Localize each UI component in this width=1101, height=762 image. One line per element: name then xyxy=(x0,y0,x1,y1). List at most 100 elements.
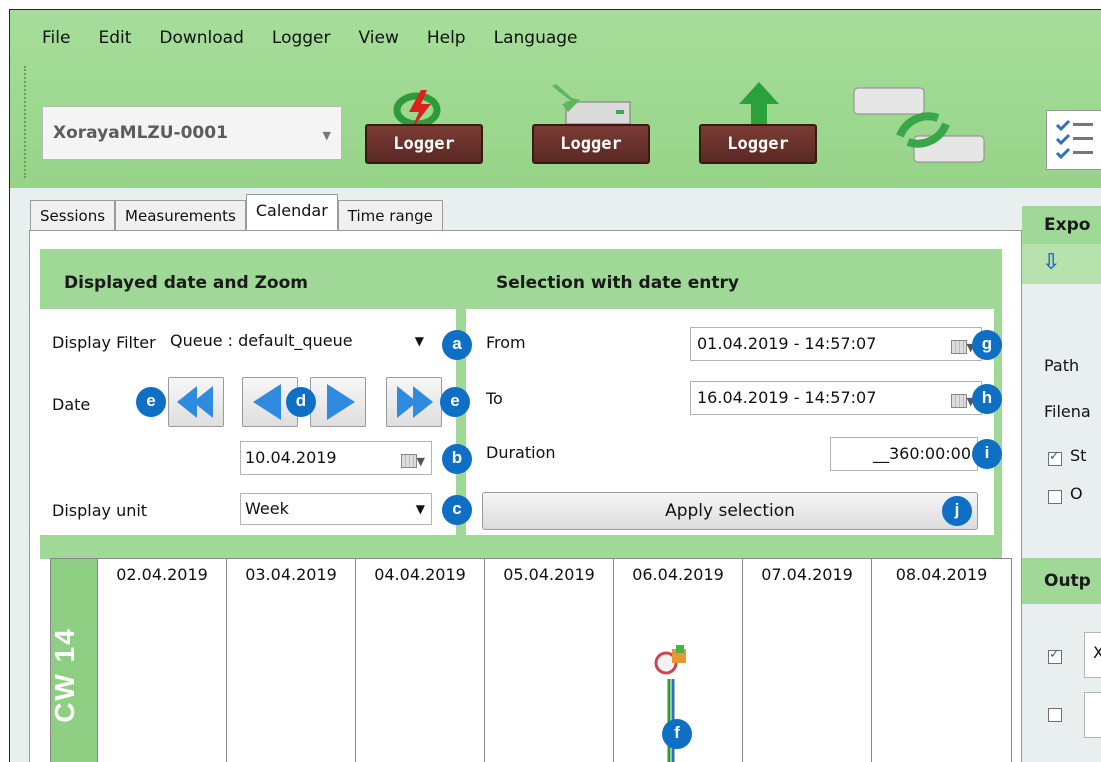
toolbar-grip[interactable] xyxy=(24,66,29,178)
double-arrow-left-icon xyxy=(177,386,213,418)
menu-language[interactable]: Language xyxy=(494,28,578,48)
from-datetime-field[interactable]: 01.04.2019 - 14:57:07 ▼ xyxy=(690,327,982,361)
day-date: 08.04.2019 xyxy=(895,565,988,584)
option-checkbox-2[interactable] xyxy=(1048,490,1062,504)
callout-badge-d: d xyxy=(286,387,316,417)
day-date: 07.04.2019 xyxy=(761,565,853,584)
from-label: From xyxy=(486,333,526,352)
logger-plate-3: Logger xyxy=(699,124,817,164)
display-filter-select[interactable]: Queue : default_queue ▼ xyxy=(168,327,430,359)
callout-badge-b: b xyxy=(442,444,472,474)
display-filter-label: Display Filter xyxy=(52,333,156,352)
chevron-down-icon: ▼ xyxy=(415,502,425,516)
sync-drives-icon xyxy=(853,87,985,163)
output-header: Outp xyxy=(1022,558,1101,604)
callout-badge-a: a xyxy=(442,330,472,360)
arrow-right-icon xyxy=(327,384,355,420)
menu-bar: File Edit Download Logger View Help Lang… xyxy=(42,28,606,48)
calendar-dropdown-icon[interactable]: ▼ xyxy=(400,450,425,469)
day-date: 06.04.2019 xyxy=(632,565,724,584)
callout-badge-c: c xyxy=(442,495,472,525)
logger-upload-button[interactable]: Logger xyxy=(699,82,819,172)
day-column[interactable]: 04.04.2019 xyxy=(355,559,484,762)
sync-drives-button[interactable] xyxy=(850,76,1010,176)
device-select-value: XorayaMLZU-0001 xyxy=(53,123,228,143)
day-date: 03.04.2019 xyxy=(245,565,337,584)
first-page-button[interactable] xyxy=(168,377,224,427)
callout-badge-i: i xyxy=(972,439,1002,469)
day-date: 02.04.2019 xyxy=(116,565,208,584)
day-date: 05.04.2019 xyxy=(503,565,595,584)
export-toolbar: ⇩ xyxy=(1022,244,1101,284)
menu-edit[interactable]: Edit xyxy=(98,28,131,48)
option-checkbox-1[interactable] xyxy=(1048,449,1062,466)
to-label: To xyxy=(486,389,503,408)
calendar-grid: CW 14 02.04.2019 03.04.2019 04.04.2019 0… xyxy=(48,558,1012,762)
date-picker[interactable]: 10.04.2019 ▼ xyxy=(240,441,432,475)
date-label: Date xyxy=(52,395,91,414)
next-button[interactable] xyxy=(310,377,366,427)
menu-toolbar-area: File Edit Download Logger View Help Lang… xyxy=(10,10,1101,188)
display-unit-label: Display unit xyxy=(52,501,148,520)
day-column[interactable]: 08.04.2019 xyxy=(871,559,1011,762)
tab-calendar[interactable]: Calendar xyxy=(245,194,338,230)
display-filter-value: Queue : default_queue xyxy=(170,331,353,350)
duration-value: __360:00:00 xyxy=(872,444,971,463)
option-label-1: St xyxy=(1070,446,1087,465)
checklist-button[interactable] xyxy=(1046,110,1101,170)
tab-measurements[interactable]: Measurements xyxy=(115,200,246,230)
output-field-1[interactable]: X xyxy=(1084,632,1101,678)
export-pane: Expo ⇩ Path Filena St O Outp X xyxy=(1022,188,1101,762)
apply-selection-button[interactable]: Apply selection xyxy=(482,492,978,530)
menu-view[interactable]: View xyxy=(359,28,399,48)
double-arrow-right-icon xyxy=(397,386,433,418)
callout-badge-e-left: e xyxy=(136,387,166,417)
day-column[interactable]: 05.04.2019 xyxy=(484,559,613,762)
day-column[interactable]: 02.04.2019 xyxy=(97,559,226,762)
menu-download[interactable]: Download xyxy=(159,28,244,48)
display-unit-value: Week xyxy=(245,499,289,518)
menu-logger[interactable]: Logger xyxy=(272,28,331,48)
callout-badge-j: j xyxy=(942,496,972,526)
callout-badge-h: h xyxy=(972,384,1002,414)
chevron-down-icon: ▼ xyxy=(414,334,424,348)
date-value: 10.04.2019 xyxy=(245,448,337,467)
last-page-button[interactable] xyxy=(386,377,442,427)
day-date: 04.04.2019 xyxy=(374,565,466,584)
calendar-week-header: CW 14 xyxy=(48,559,97,762)
tab-sessions[interactable]: Sessions xyxy=(30,200,116,230)
callout-badge-g: g xyxy=(972,330,1002,360)
menu-file[interactable]: File xyxy=(42,28,70,48)
calendar-panel: Displayed date and Zoom Selection with d… xyxy=(29,230,1022,762)
to-datetime-field[interactable]: 16.04.2019 - 14:57:07 ▼ xyxy=(690,381,982,415)
tab-strip: Sessions Measurements Calendar Time rang… xyxy=(30,194,443,230)
menu-help[interactable]: Help xyxy=(427,28,466,48)
logger-read-button[interactable]: Logger xyxy=(532,82,652,172)
output-checkbox-2[interactable] xyxy=(1048,708,1062,722)
export-header: Expo xyxy=(1022,206,1101,244)
callout-badge-e-right: e xyxy=(440,387,470,417)
day-column[interactable]: 07.04.2019 xyxy=(742,559,871,762)
logger-connect-button[interactable]: Logger xyxy=(365,82,485,172)
path-label: Path xyxy=(1044,356,1080,375)
output-checkbox-1[interactable] xyxy=(1048,647,1062,664)
option-label-2: O xyxy=(1070,484,1083,503)
display-unit-select[interactable]: Week ▼ xyxy=(240,493,432,525)
day-column[interactable]: 06.04.2019 f xyxy=(613,559,742,762)
filename-label: Filena xyxy=(1044,402,1091,421)
tab-time-range[interactable]: Time range xyxy=(337,200,443,230)
to-value: 16.04.2019 - 14:57:07 xyxy=(697,388,877,407)
checklist-icon xyxy=(1055,119,1093,160)
from-value: 01.04.2019 - 14:57:07 xyxy=(697,334,877,353)
app-window: File Edit Download Logger View Help Lang… xyxy=(9,9,1101,762)
callout-badge-f: f xyxy=(662,719,692,749)
day-column[interactable]: 03.04.2019 xyxy=(226,559,355,762)
logger-plate-1: Logger xyxy=(365,124,483,164)
logger-plate-2: Logger xyxy=(532,124,650,164)
arrow-down-icon[interactable]: ⇩ xyxy=(1042,250,1060,275)
duration-field[interactable]: __360:00:00 xyxy=(830,437,978,471)
device-select[interactable]: XorayaMLZU-0001 ▼ xyxy=(42,106,342,160)
output-field-2[interactable] xyxy=(1084,692,1101,738)
calendar-week-label: CW 14 xyxy=(48,627,80,723)
displayed-date-heading: Displayed date and Zoom xyxy=(64,273,308,293)
